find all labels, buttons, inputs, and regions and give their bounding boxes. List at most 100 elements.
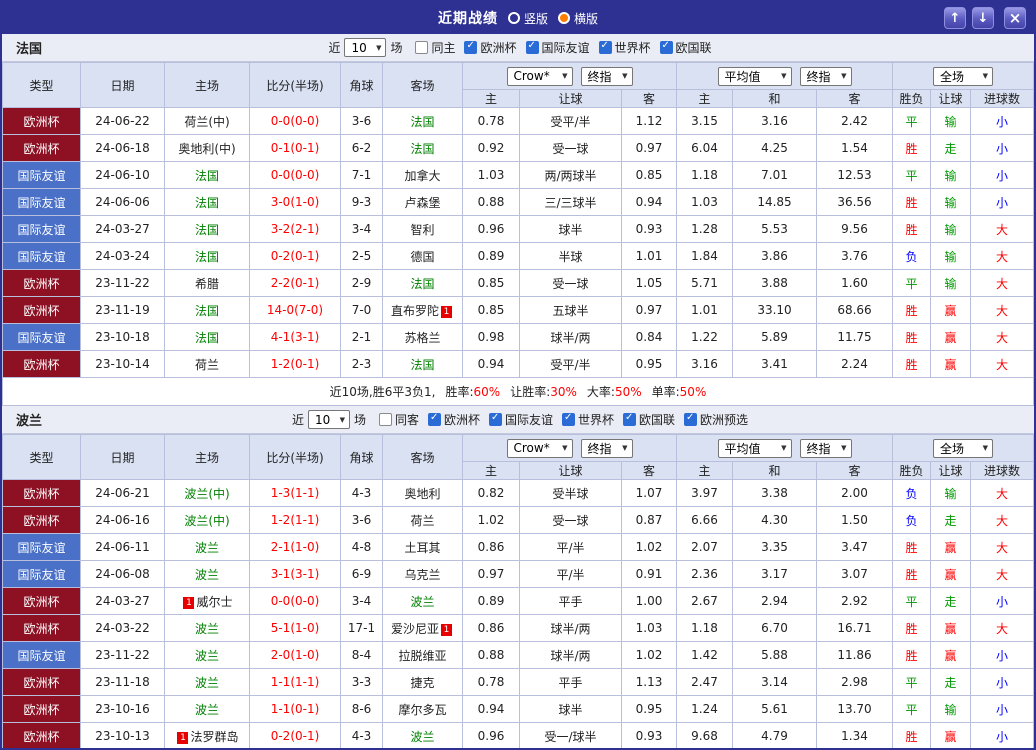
league-checkbox[interactable]: 欧洲预选	[684, 411, 748, 428]
goals-result-cell: 小	[970, 107, 1034, 135]
score-cell: 5-1(1-0)	[249, 614, 341, 642]
matches-table: 类型 日期 主场 比分(半场) 角球 客场 Crow* ▼ 终指 ▼ 平均值 ▼…	[2, 434, 1034, 748]
league-checkbox[interactable]: 欧国联	[623, 411, 675, 428]
asian-home-odds-cell: 0.86	[462, 614, 520, 642]
team-label: 法罗群岛	[190, 729, 239, 744]
euro-source-select[interactable]: 平均值 ▼	[717, 438, 792, 458]
handicap-result-cell: 输	[930, 242, 972, 270]
asian-home-odds-cell: 0.78	[462, 668, 520, 696]
match-type-cell: 国际友谊	[2, 560, 81, 588]
home-team-cell: 1 威尔士	[164, 587, 250, 615]
team-label: 摩尔多瓦	[398, 702, 447, 717]
recent-results-window: 近期战绩 竖版 横版 ↑ ↓ × 法国 近 10▼ 场 同主 欧洲杯国际友谊	[0, 0, 1036, 750]
euro-home-odds-cell: 9.68	[676, 722, 734, 748]
away-team-cell: 奥地利	[382, 479, 463, 507]
league-checkbox[interactable]: 欧洲杯	[427, 411, 480, 428]
sub-col-header: 和	[732, 89, 818, 108]
asian-handicap-cell: 球半	[519, 695, 622, 723]
team-label: 波兰	[194, 621, 219, 636]
scroll-up-button[interactable]: ↑	[944, 7, 966, 29]
home-team-cell: 波兰	[164, 641, 250, 669]
col-header-date: 日期	[80, 434, 165, 480]
away-team-cell: 捷克	[382, 668, 463, 696]
league-checkbox[interactable]: 欧国联	[659, 39, 712, 56]
corner-cell: 6-2	[340, 134, 383, 162]
score-cell: 0-0(0-0)	[249, 587, 341, 615]
league-checkbox[interactable]: 国际友谊	[525, 39, 590, 56]
sub-col-header: 主	[676, 89, 734, 108]
checkbox-label: 欧洲预选	[700, 412, 749, 427]
date-cell: 23-11-19	[80, 296, 165, 324]
asian-bookmaker-select[interactable]: Crow* ▼	[506, 66, 573, 86]
match-count-select[interactable]: 10 ▼	[307, 410, 350, 429]
euro-source-select[interactable]: 平均值 ▼	[717, 66, 792, 86]
sub-col-header: 主	[462, 461, 520, 480]
league-checkbox[interactable]: 欧洲杯	[464, 39, 517, 56]
asian-home-odds-cell: 0.89	[462, 587, 520, 615]
team-label: 波兰	[194, 567, 219, 582]
match-type-cell: 欧洲杯	[2, 668, 81, 696]
same-venue-checkbox[interactable]: 同客	[378, 411, 419, 428]
checkbox-checked-icon	[489, 412, 502, 426]
asian-home-odds-cell: 0.94	[462, 350, 520, 378]
match-row: 国际友谊 24-06-10 法国 0-0(0-0) 7-1 加拿大 1.03 两…	[2, 161, 1034, 189]
asian-stage-select[interactable]: 终指 ▼	[580, 66, 633, 86]
layout-radio-horizontal[interactable]: 横版	[558, 10, 598, 27]
asian-home-odds-cell: 0.85	[462, 296, 520, 324]
euro-draw-odds-cell: 3.16	[732, 107, 818, 135]
games-label: 场	[353, 413, 366, 427]
euro-home-odds-cell: 1.01	[676, 296, 734, 324]
euro-draw-odds-cell: 14.85	[732, 188, 818, 216]
handicap-result-cell: 走	[930, 587, 972, 615]
asian-stage-select[interactable]: 终指 ▼	[580, 438, 633, 458]
euro-home-odds-cell: 1.28	[676, 215, 734, 243]
handicap-result-cell: 赢	[930, 350, 972, 378]
match-type-cell: 国际友谊	[2, 188, 81, 216]
league-checkbox[interactable]: 世界杯	[562, 411, 614, 428]
team-label: 法国	[194, 168, 219, 183]
col-header-away: 客场	[382, 434, 463, 480]
sub-col-header: 主	[462, 89, 520, 108]
home-team-cell: 希腊	[164, 269, 250, 297]
scroll-down-button[interactable]: ↓	[972, 7, 994, 29]
euro-stage-select[interactable]: 终指 ▼	[799, 66, 852, 86]
close-button[interactable]: ×	[1004, 7, 1026, 29]
euro-stage-select[interactable]: 终指 ▼	[799, 438, 852, 458]
radio-icon	[507, 12, 520, 24]
corner-cell: 2-9	[340, 269, 383, 297]
home-team-cell: 法国	[164, 323, 250, 351]
sub-col-header: 客	[816, 89, 894, 108]
goals-result-cell: 大	[970, 614, 1034, 642]
same-venue-checkbox[interactable]: 同主	[415, 39, 455, 56]
team-label: 荷兰	[194, 357, 219, 372]
euro-draw-odds-cell: 5.53	[732, 215, 818, 243]
match-type-cell: 欧洲杯	[2, 506, 81, 534]
result-cell: 胜	[892, 560, 932, 588]
result-cell: 胜	[892, 323, 932, 351]
checkbox-label: 欧洲杯	[480, 40, 517, 55]
asian-bookmaker-select[interactable]: Crow* ▼	[506, 438, 573, 458]
league-checkbox[interactable]: 世界杯	[598, 39, 651, 56]
team-label: 土耳其	[404, 540, 441, 555]
match-type-cell: 欧洲杯	[2, 269, 81, 297]
euro-draw-odds-cell: 3.14	[732, 668, 818, 696]
sub-col-header: 客	[816, 461, 894, 480]
result-group-header: 全场 ▼	[892, 434, 1034, 462]
layout-radio-vertical[interactable]: 竖版	[507, 10, 548, 27]
asian-home-odds-cell: 0.88	[462, 188, 520, 216]
match-count-select[interactable]: 10 ▼	[344, 38, 387, 57]
scope-select[interactable]: 全场 ▼	[933, 438, 993, 458]
league-checkbox[interactable]: 国际友谊	[489, 411, 553, 428]
home-team-cell: 法国	[164, 296, 250, 324]
euro-draw-odds-cell: 5.61	[732, 695, 818, 723]
euro-draw-odds-cell: 3.38	[732, 479, 818, 507]
team-label: 智利	[410, 222, 435, 237]
away-team-cell: 卢森堡	[382, 188, 463, 216]
team-section: 法国 近 10▼ 场 同主 欧洲杯国际友谊世界杯欧国联 类型 日期 主场 比分(…	[2, 34, 1034, 406]
euro-draw-odds-cell: 3.88	[732, 269, 818, 297]
match-type-cell: 国际友谊	[2, 242, 81, 270]
euro-home-odds-cell: 1.42	[676, 641, 734, 669]
chevron-down-icon: ▼	[376, 43, 382, 52]
league-checkbox-group: 欧洲杯 国际友谊 世界杯 欧国联	[455, 39, 712, 57]
scope-select[interactable]: 全场 ▼	[933, 66, 993, 86]
